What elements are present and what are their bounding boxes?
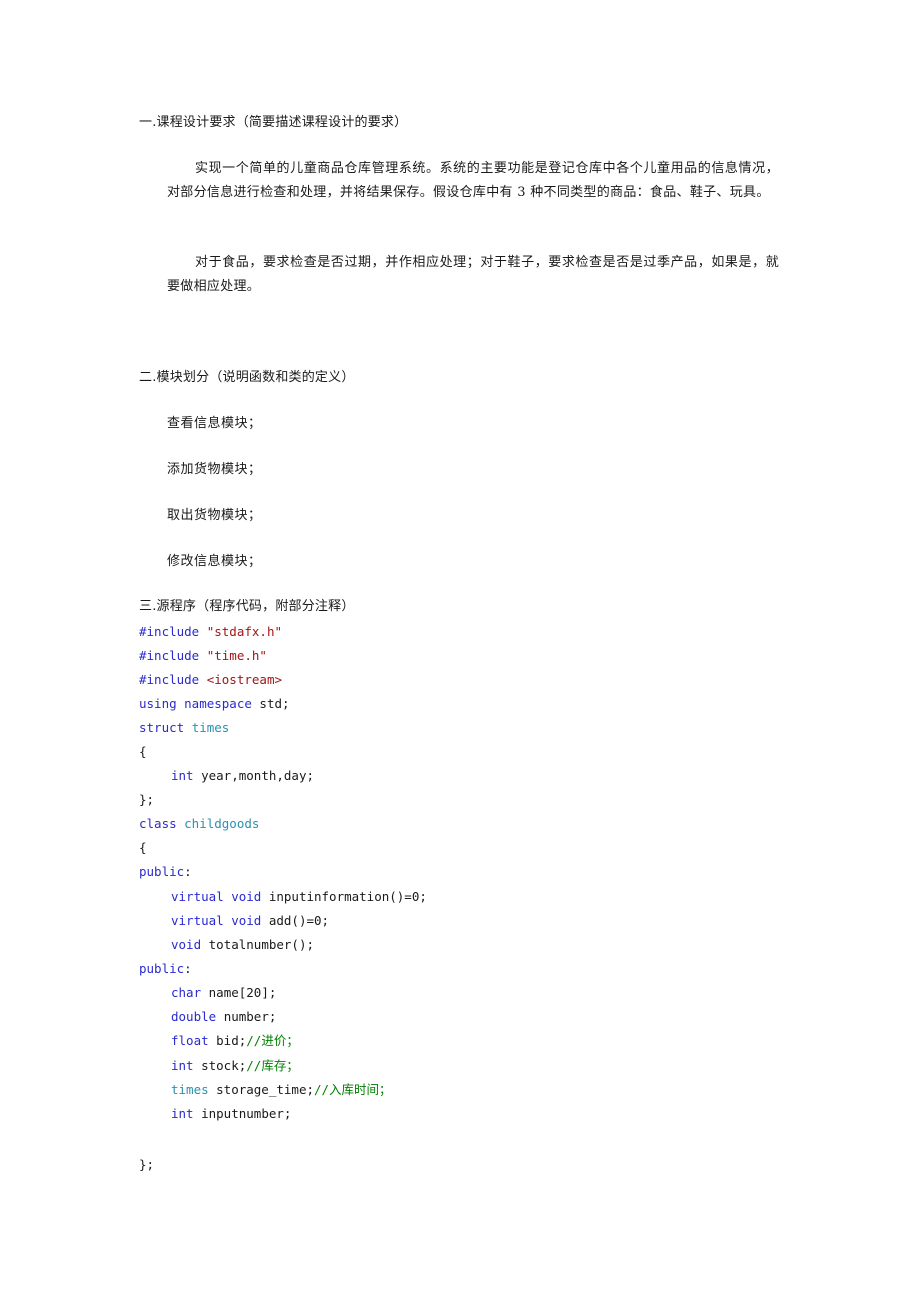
code-comment: //库存； [246, 1058, 299, 1073]
code-line: virtual void add()=0; [139, 912, 329, 930]
code-line: #include "stdafx.h" [139, 623, 282, 641]
code-text: }; [139, 792, 155, 807]
code-line: #include <iostream> [139, 671, 282, 689]
code-line: }; [139, 791, 154, 809]
code-type: times [191, 720, 230, 735]
module-item: 添加货物模块； [167, 462, 262, 477]
code-type: childgoods [184, 816, 260, 831]
code-line: public: [139, 863, 192, 881]
code-text: : [184, 961, 192, 976]
code-line: }; [139, 1156, 154, 1174]
section1-paragraph-2: 对于食品，要求检查是否过期，并作相应处理；对于鞋子，要求检查是否是过季产品，如果… [167, 255, 779, 294]
code-text: number; [223, 1009, 277, 1024]
code-line: #include "time.h" [139, 647, 267, 665]
code-line: int stock;//库存； [139, 1057, 299, 1075]
code-keyword: public [139, 864, 185, 879]
code-keyword: virtual void [171, 889, 269, 904]
code-comment: //进价； [246, 1033, 299, 1048]
code-line: class childgoods [139, 815, 259, 833]
code-text: totalnumber(); [208, 937, 314, 952]
code-keyword: virtual void [171, 913, 269, 928]
code-text: { [139, 840, 147, 855]
code-type: times [171, 1082, 217, 1097]
module-item: 取出货物模块； [167, 508, 262, 523]
document-page: 一.课程设计要求（简要描述课程设计的要求） 实现一个简单的儿童商品仓库管理系统。… [0, 0, 920, 1302]
code-line: double number; [139, 1008, 276, 1026]
section2-heading: 二.模块划分（说明函数和类的定义） [139, 370, 355, 385]
code-string: "stdafx.h" [206, 624, 282, 639]
code-text: stock; [201, 1058, 247, 1073]
code-keyword: int [171, 1106, 202, 1121]
code-text: inputinformation()=0; [268, 889, 427, 904]
code-text: : [184, 864, 192, 879]
code-keyword: #include [139, 624, 207, 639]
code-line: void totalnumber(); [139, 936, 314, 954]
code-line: public: [139, 960, 192, 978]
code-line: { [139, 743, 147, 761]
code-text: std; [259, 696, 290, 711]
code-line: int year,month,day; [139, 767, 314, 785]
code-keyword: class [139, 816, 185, 831]
code-text: bid; [216, 1033, 247, 1048]
code-keyword: struct [139, 720, 192, 735]
code-line: virtual void inputinformation()=0; [139, 888, 427, 906]
code-keyword: double [171, 1009, 224, 1024]
code-keyword: float [171, 1033, 217, 1048]
code-line: times storage_time;//入库时间； [139, 1081, 392, 1099]
code-keyword: public [139, 961, 185, 976]
code-text: add()=0; [268, 913, 330, 928]
module-item: 修改信息模块； [167, 554, 262, 569]
code-text: inputnumber; [201, 1106, 292, 1121]
code-keyword: int [171, 768, 202, 783]
code-line: struct times [139, 719, 229, 737]
code-line: { [139, 839, 147, 857]
code-text: { [139, 744, 147, 759]
module-item: 查看信息模块； [167, 416, 262, 431]
code-line: int inputnumber; [139, 1105, 291, 1123]
code-line: using namespace std; [139, 695, 290, 713]
code-line: float bid;//进价； [139, 1032, 299, 1050]
code-comment: //入库时间； [314, 1082, 392, 1097]
code-keyword: void [171, 937, 209, 952]
code-keyword: #include [139, 672, 207, 687]
code-keyword: char [171, 985, 209, 1000]
code-line: char name[20]; [139, 984, 276, 1002]
section3-heading: 三.源程序（程序代码，附部分注释） [139, 599, 355, 614]
code-keyword: int [171, 1058, 202, 1073]
section1-heading: 一.课程设计要求（简要描述课程设计的要求） [139, 115, 408, 130]
code-keyword: #include [139, 648, 207, 663]
section1-paragraph-1: 实现一个简单的儿童商品仓库管理系统。系统的主要功能是登记仓库中各个儿童用品的信息… [167, 161, 779, 200]
code-string: "time.h" [206, 648, 267, 663]
code-text: year,month,day; [201, 768, 314, 783]
code-keyword: using namespace [139, 696, 260, 711]
code-text: name[20]; [208, 985, 277, 1000]
code-string: <iostream> [206, 672, 282, 687]
code-text: }; [139, 1157, 155, 1172]
code-text: storage_time; [216, 1082, 314, 1097]
